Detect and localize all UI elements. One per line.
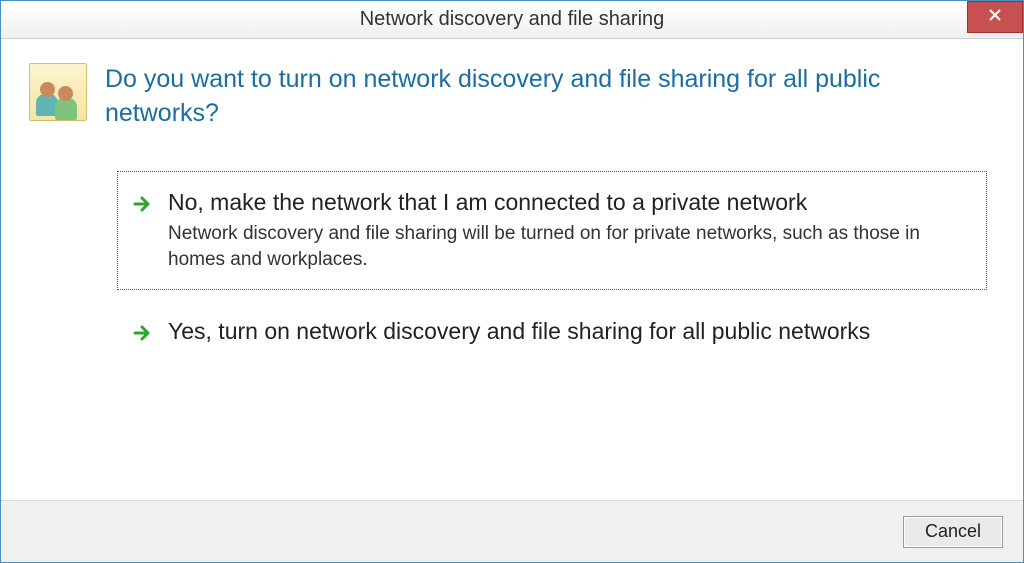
header-row: Do you want to turn on network discovery… — [29, 63, 995, 131]
network-users-icon — [29, 63, 87, 121]
dialog-footer: Cancel — [1, 500, 1023, 562]
close-icon — [988, 8, 1002, 27]
close-button[interactable] — [967, 1, 1023, 33]
titlebar: Network discovery and file sharing — [1, 1, 1023, 39]
dialog-content: Do you want to turn on network discovery… — [1, 39, 1023, 500]
option-public-networks[interactable]: Yes, turn on network discovery and file … — [117, 300, 987, 364]
option-title: Yes, turn on network discovery and file … — [168, 317, 972, 347]
main-question: Do you want to turn on network discovery… — [105, 63, 995, 131]
arrow-right-icon — [132, 323, 152, 343]
dialog-window: Network discovery and file sharing Do yo… — [0, 0, 1024, 563]
cancel-button[interactable]: Cancel — [903, 516, 1003, 548]
option-description: Network discovery and file sharing will … — [168, 221, 972, 272]
option-text: No, make the network that I am connected… — [168, 188, 972, 273]
option-title: No, make the network that I am connected… — [168, 188, 972, 218]
options-list: No, make the network that I am connected… — [29, 171, 995, 364]
window-title: Network discovery and file sharing — [1, 8, 1023, 31]
option-text: Yes, turn on network discovery and file … — [168, 317, 972, 347]
arrow-right-icon — [132, 194, 152, 214]
option-private-network[interactable]: No, make the network that I am connected… — [117, 171, 987, 290]
